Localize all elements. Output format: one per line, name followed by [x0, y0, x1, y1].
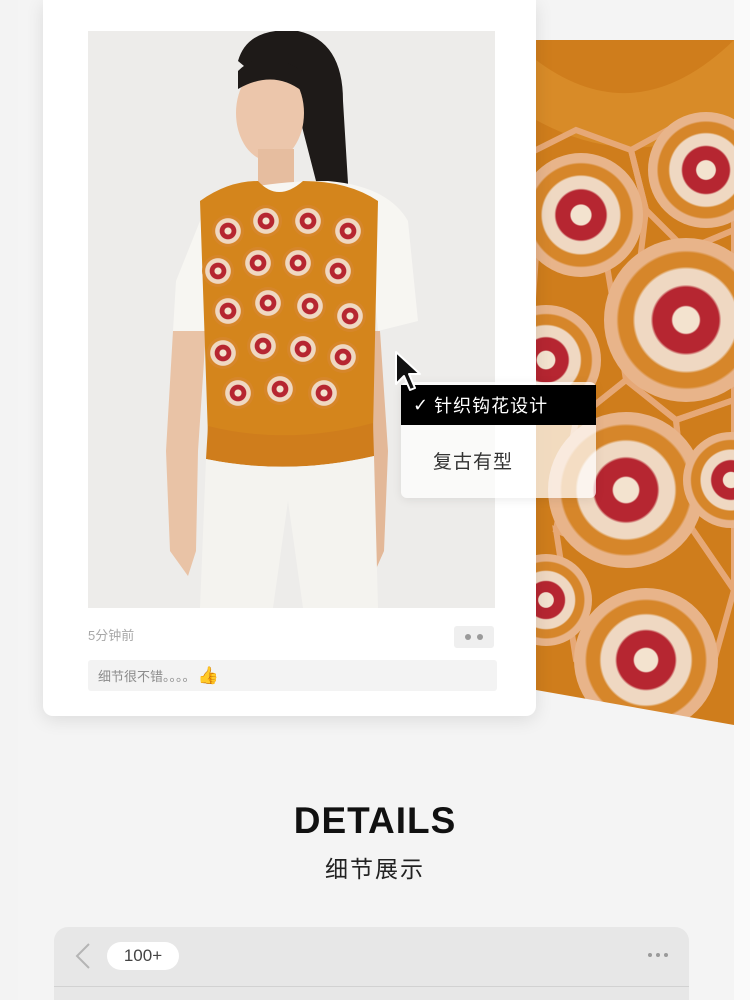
post-card: 5分钟前 细节很不错。。。。 👍 — [43, 0, 536, 716]
product-photo[interactable] — [88, 31, 495, 608]
comment-text: 细节很不错。。。。 — [98, 669, 196, 684]
more-options-button[interactable] — [454, 626, 494, 648]
mouse-cursor-icon — [395, 351, 421, 391]
count-badge[interactable]: 100+ — [107, 942, 179, 970]
divider — [54, 986, 689, 987]
back-arrow-icon[interactable] — [72, 941, 94, 971]
dot-icon — [477, 634, 483, 640]
dot-icon — [648, 953, 652, 957]
more-icon[interactable] — [648, 953, 668, 957]
tag-option[interactable]: 复古有型 — [433, 447, 513, 474]
crochet-closeup-image — [536, 0, 734, 725]
thumbs-up-icon: 👍 — [197, 666, 219, 685]
dot-icon — [656, 953, 660, 957]
post-timestamp: 5分钟前 — [88, 628, 135, 643]
dot-icon — [465, 634, 471, 640]
dot-icon — [664, 953, 668, 957]
check-icon: ✓ — [413, 394, 430, 416]
details-title: DETAILS — [293, 800, 457, 841]
details-subtitle: 细节展示 — [325, 856, 425, 882]
tag-option-selected[interactable]: ✓ 针织钩花设计 — [401, 385, 596, 425]
comment-box[interactable]: 细节很不错。。。。 👍 — [88, 660, 497, 691]
tag-selected-label: 针织钩花设计 — [434, 396, 549, 416]
